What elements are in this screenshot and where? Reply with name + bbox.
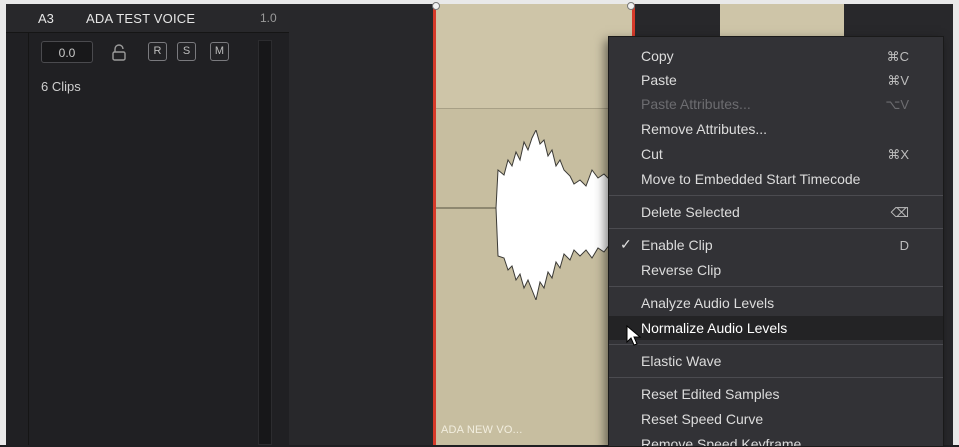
window-frame-right: [953, 0, 959, 445]
menu-item-copy[interactable]: Copy ⌘C: [609, 44, 943, 68]
context-menu: Copy ⌘C Paste ⌘V Paste Attributes... ⌥V …: [608, 36, 944, 447]
backspace-icon: ⌫: [890, 205, 909, 220]
solo-button[interactable]: S: [177, 42, 196, 61]
menu-item-label: Paste: [641, 72, 677, 88]
audio-waveform: [436, 130, 632, 300]
menu-item-label: Paste Attributes...: [641, 96, 751, 112]
mute-button[interactable]: M: [210, 42, 229, 61]
menu-item-delete-selected[interactable]: Delete Selected ⌫: [609, 200, 943, 224]
menu-item-label: Enable Clip: [641, 237, 713, 253]
menu-item-label: Reset Edited Samples: [641, 386, 780, 402]
menu-item-reset-speed-curve[interactable]: Reset Speed Curve: [609, 407, 943, 431]
menu-separator: [609, 195, 943, 196]
track-header-divider: [28, 32, 29, 445]
menu-item-paste-attributes: Paste Attributes... ⌥V: [609, 92, 943, 116]
audio-clip-next[interactable]: [720, 4, 844, 40]
menu-item-label: Reverse Clip: [641, 262, 722, 278]
menu-item-shortcut: D: [899, 238, 909, 253]
menu-item-enable-clip[interactable]: ✓ Enable Clip D: [609, 233, 943, 257]
menu-item-shortcut: ⌘X: [887, 147, 909, 162]
menu-item-analyze-audio-levels[interactable]: Analyze Audio Levels: [609, 291, 943, 315]
menu-item-reset-edited-samples[interactable]: Reset Edited Samples: [609, 382, 943, 406]
audio-level-meter: [258, 40, 272, 445]
menu-item-label: Reset Speed Curve: [641, 411, 764, 427]
checkmark-icon: ✓: [620, 236, 632, 252]
menu-item-label: Remove Speed Keyframe: [641, 436, 802, 447]
menu-item-shortcut: ⌥V: [885, 97, 909, 112]
menu-item-label: Elastic Wave: [641, 353, 722, 369]
menu-item-label: Cut: [641, 146, 663, 162]
menu-item-label: Move to Embedded Start Timecode: [641, 171, 861, 187]
lock-icon[interactable]: [111, 44, 127, 62]
menu-item-label: Delete Selected: [641, 204, 740, 220]
clip-fade-handle-left[interactable]: [432, 2, 440, 10]
track-header: A3 ADA TEST VOICE 1.0 0.0 R S M 6 Clips: [6, 4, 290, 445]
menu-item-shortcut: ⌘C: [886, 49, 909, 64]
menu-item-label: Remove Attributes...: [641, 121, 768, 137]
menu-item-normalize-audio-levels[interactable]: Normalize Audio Levels: [609, 316, 943, 340]
clip-name-label: ADA NEW VO...: [441, 424, 523, 436]
track-id: A3: [38, 11, 54, 26]
menu-separator: [609, 286, 943, 287]
menu-item-shortcut: ⌘V: [887, 73, 909, 88]
menu-separator: [609, 344, 943, 345]
track-level: 1.0: [260, 11, 277, 25]
menu-item-paste[interactable]: Paste ⌘V: [609, 68, 943, 92]
menu-item-label: Copy: [641, 48, 674, 64]
menu-item-reverse-clip[interactable]: Reverse Clip: [609, 258, 943, 282]
mouse-pointer-icon: [626, 325, 642, 346]
track-header-title-bar: A3 ADA TEST VOICE 1.0: [6, 4, 289, 33]
clip-fade-handle-right[interactable]: [627, 2, 635, 10]
clips-count: 6 Clips: [41, 79, 81, 94]
clip-header: [434, 4, 634, 109]
clip-trim-edge-left[interactable]: [433, 4, 436, 445]
menu-item-cut[interactable]: Cut ⌘X: [609, 142, 943, 166]
menu-item-remove-attributes[interactable]: Remove Attributes...: [609, 117, 943, 141]
track-name[interactable]: ADA TEST VOICE: [86, 11, 195, 26]
menu-separator: [609, 377, 943, 378]
menu-item-label: Normalize Audio Levels: [641, 320, 788, 336]
menu-item-elastic-wave[interactable]: Elastic Wave: [609, 349, 943, 373]
menu-separator: [609, 228, 943, 229]
menu-item-label: Analyze Audio Levels: [641, 295, 775, 311]
record-arm-button[interactable]: R: [148, 42, 167, 61]
menu-item-move-to-embedded-start-timecode[interactable]: Move to Embedded Start Timecode: [609, 167, 943, 191]
track-volume-field[interactable]: 0.0: [41, 41, 93, 63]
